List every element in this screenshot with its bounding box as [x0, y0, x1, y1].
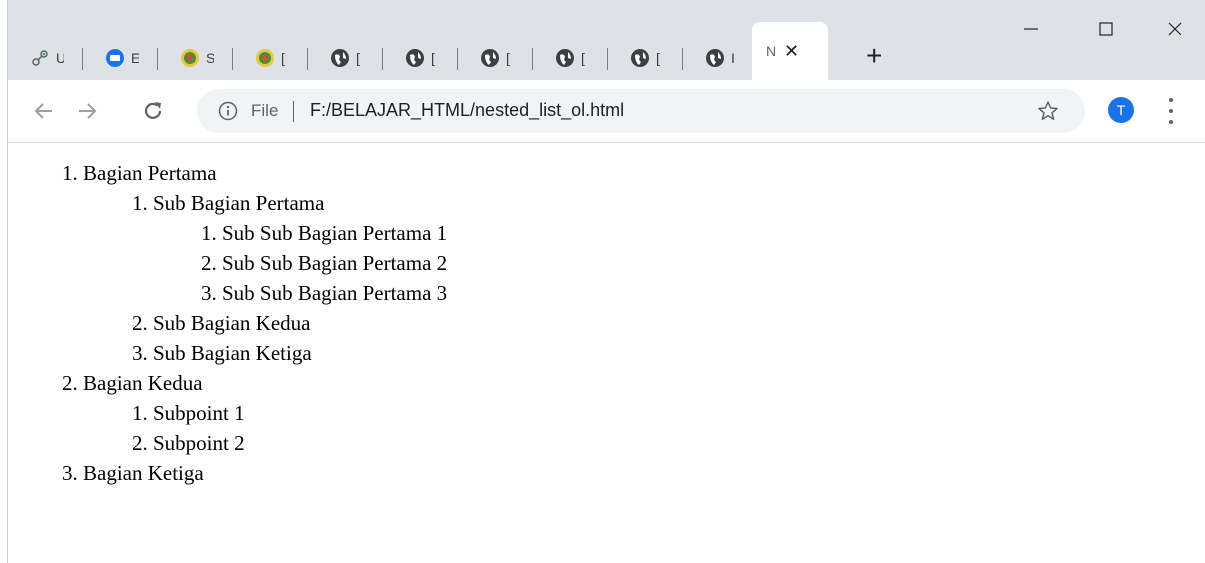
- list-item: 3. Sub Sub Bagian Pertama 3: [201, 281, 448, 305]
- close-icon: [1168, 22, 1182, 36]
- globe-icon: [405, 48, 425, 68]
- tab-title: [: [656, 50, 660, 66]
- tab-title: S: [206, 50, 214, 66]
- list-item: 2. Sub Sub Bagian Pertama 2: [201, 251, 448, 275]
- forward-button[interactable]: [72, 96, 102, 126]
- tab-active[interactable]: N ✕: [752, 22, 828, 80]
- globe-icon: [555, 48, 575, 68]
- tab-10[interactable]: I: [683, 36, 753, 80]
- globe-icon: [705, 48, 725, 68]
- list-item: 2. Sub Bagian Kedua: [132, 311, 311, 335]
- tab-title: [: [431, 50, 435, 66]
- minimize-icon: [1024, 28, 1038, 30]
- list-item: 1. Sub Sub Bagian Pertama 1: [201, 221, 448, 245]
- tab-3[interactable]: S: [158, 36, 233, 80]
- browser-toolbar: File F:/BELAJAR_HTML/nested_list_ol.html…: [8, 80, 1205, 143]
- info-icon[interactable]: [218, 101, 238, 121]
- tab-title: [: [281, 50, 285, 66]
- arrow-right-icon: [79, 103, 97, 119]
- tab-1[interactable]: U: [8, 36, 83, 80]
- address-divider: [293, 101, 294, 122]
- tab-7[interactable]: [: [458, 36, 533, 80]
- tab-title: N: [766, 43, 777, 59]
- tab-strip: U E S [ [ [[[[I N ✕ +: [8, 0, 1205, 80]
- tab-title: [: [506, 50, 510, 66]
- scheme-label: File: [251, 101, 279, 120]
- new-tab-button[interactable]: +: [866, 42, 882, 70]
- tab-5[interactable]: [: [308, 36, 383, 80]
- tab-9[interactable]: [: [608, 36, 683, 80]
- back-button[interactable]: [29, 96, 59, 126]
- mail-icon: [105, 48, 125, 68]
- arrow-left-icon: [34, 103, 52, 119]
- tab-title: U: [56, 50, 64, 66]
- link-icon: [30, 48, 50, 68]
- globe-icon: [630, 48, 650, 68]
- tab-8[interactable]: [: [533, 36, 608, 80]
- reload-icon: [144, 102, 162, 119]
- list-item: 1. Bagian Pertama: [62, 161, 217, 185]
- list-item: 3. Sub Bagian Ketiga: [132, 341, 312, 365]
- seal-icon: [255, 48, 275, 68]
- list-item: 3. Bagian Ketiga: [62, 461, 204, 485]
- maximize-button[interactable]: [1086, 14, 1126, 44]
- list-item: 2. Bagian Kedua: [62, 371, 203, 395]
- profile-avatar[interactable]: T: [1108, 97, 1134, 123]
- globe-icon: [480, 48, 500, 68]
- reload-button[interactable]: [138, 96, 168, 126]
- menu-icon[interactable]: [1166, 98, 1176, 124]
- tab-title: I: [731, 50, 735, 66]
- tab-title: E: [131, 50, 139, 66]
- window-frame: [0, 0, 8, 563]
- tab-2[interactable]: E: [83, 36, 158, 80]
- url-text[interactable]: F:/BELAJAR_HTML/nested_list_ol.html: [310, 100, 624, 121]
- seal-icon: [180, 48, 200, 68]
- address-bar[interactable]: File F:/BELAJAR_HTML/nested_list_ol.html: [197, 89, 1085, 133]
- tab-title: [: [356, 50, 360, 66]
- tab-4[interactable]: [: [233, 36, 308, 80]
- tab-6[interactable]: [: [383, 36, 458, 80]
- list-item: 1. Subpoint 1: [132, 401, 245, 425]
- close-tab-icon[interactable]: ✕: [784, 42, 799, 60]
- minimize-button[interactable]: [1011, 14, 1051, 44]
- tab-title: [: [581, 50, 585, 66]
- list-item: 1. Sub Bagian Pertama: [132, 191, 325, 215]
- star-icon[interactable]: [1037, 100, 1059, 122]
- page-content: 1. Bagian Pertama 1. Sub Bagian Pertama …: [9, 144, 1205, 563]
- list-item: 2. Subpoint 2: [132, 431, 245, 455]
- maximize-icon: [1099, 22, 1113, 36]
- globe-icon: [330, 48, 350, 68]
- close-window-button[interactable]: [1155, 14, 1195, 44]
